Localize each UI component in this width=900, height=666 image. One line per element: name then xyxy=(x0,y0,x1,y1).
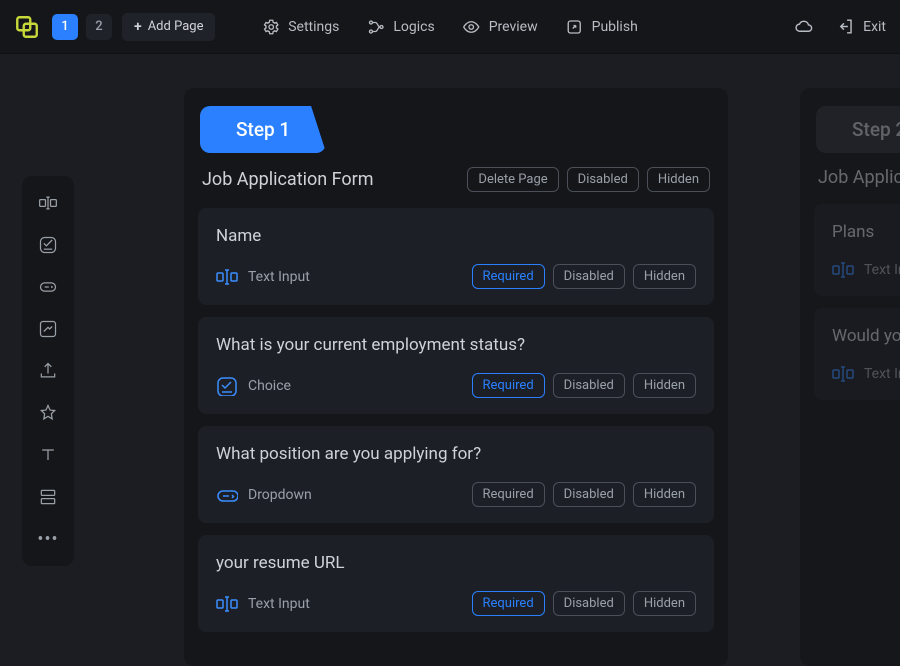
preview-label: Preview xyxy=(489,19,538,35)
field-type: Text Input xyxy=(832,364,900,384)
publish-label: Publish xyxy=(592,19,638,35)
field-type: Text Input xyxy=(216,594,310,614)
app-logo xyxy=(14,14,40,40)
step-tab[interactable]: Step 1 xyxy=(200,106,326,153)
hidden-toggle[interactable]: Hidden xyxy=(633,591,696,616)
publish-button[interactable]: Publish xyxy=(566,18,638,36)
gear-icon xyxy=(262,18,280,36)
field-type-label: Text Input xyxy=(864,262,900,278)
exit-label: Exit xyxy=(863,19,886,35)
text-input-icon xyxy=(216,267,238,287)
signature-tool[interactable] xyxy=(30,312,66,346)
exit-icon xyxy=(836,17,855,36)
field-type-label: Text Input xyxy=(248,269,310,285)
dropdown-icon xyxy=(38,277,58,297)
section-icon xyxy=(38,487,58,507)
step-card-2[interactable]: Step 2 Job Application Form Plans Text I… xyxy=(800,88,900,666)
field-label: your resume URL xyxy=(216,553,696,573)
topbar-right: Exit xyxy=(795,17,886,36)
field-type-label: Text Input xyxy=(248,596,310,612)
choice-tool[interactable] xyxy=(30,228,66,262)
form-field[interactable]: Would you like to receive updates? Text … xyxy=(814,308,900,400)
page-disabled-toggle[interactable]: Disabled xyxy=(567,167,639,192)
form-title: Job Application Form xyxy=(202,169,374,190)
disabled-toggle[interactable]: Disabled xyxy=(553,591,625,616)
hidden-toggle[interactable]: Hidden xyxy=(633,264,696,289)
form-title: Job Application Form xyxy=(818,167,900,188)
cloud-icon xyxy=(795,17,814,36)
section-tool[interactable] xyxy=(30,480,66,514)
form-field[interactable]: What position are you applying for? Drop… xyxy=(198,426,714,523)
text-input-tool[interactable] xyxy=(30,186,66,220)
plus-icon: + xyxy=(134,19,142,35)
field-type: Dropdown xyxy=(216,485,312,505)
page-tab-1[interactable]: 1 xyxy=(52,14,78,40)
logics-button[interactable]: Logics xyxy=(367,18,434,36)
hidden-toggle[interactable]: Hidden xyxy=(633,373,696,398)
exit-button[interactable]: Exit xyxy=(836,17,886,36)
upload-tool[interactable] xyxy=(30,354,66,388)
required-toggle[interactable]: Required xyxy=(472,482,545,507)
topbar-center: Settings Logics Preview Publish xyxy=(262,18,638,36)
form-field[interactable]: Plans Text Input xyxy=(814,204,900,296)
page-tab-2[interactable]: 2 xyxy=(86,14,112,40)
hidden-toggle[interactable]: Hidden xyxy=(633,482,696,507)
choice-icon xyxy=(216,376,238,396)
field-label: What position are you applying for? xyxy=(216,444,696,464)
text-input-icon xyxy=(832,260,854,280)
rating-tool[interactable] xyxy=(30,396,66,430)
text-tool[interactable] xyxy=(30,438,66,472)
text-input-icon xyxy=(216,594,238,614)
signature-icon xyxy=(38,319,58,339)
logics-label: Logics xyxy=(393,19,434,35)
field-label: Plans xyxy=(832,222,900,242)
star-icon xyxy=(38,403,58,423)
step-card-1[interactable]: Step 1 Job Application Form Delete Page … xyxy=(184,88,728,666)
more-tools-button[interactable]: ••• xyxy=(30,522,66,556)
field-type: Choice xyxy=(216,376,291,396)
choice-icon xyxy=(38,235,58,255)
field-type-label: Dropdown xyxy=(248,487,312,503)
add-page-button[interactable]: + Add Page xyxy=(122,13,215,41)
dropdown-tool[interactable] xyxy=(30,270,66,304)
field-type-label: Text Input xyxy=(864,366,900,382)
field-label: Would you like to receive updates? xyxy=(832,326,900,346)
field-type-label: Choice xyxy=(248,378,291,394)
preview-button[interactable]: Preview xyxy=(463,18,538,36)
upload-icon xyxy=(38,361,58,381)
publish-icon xyxy=(566,18,584,36)
step-tab[interactable]: Step 2 xyxy=(816,106,900,153)
field-label: Name xyxy=(216,226,696,246)
form-field[interactable]: What is your current employment status? … xyxy=(198,317,714,414)
form-field[interactable]: Name Text Input Required Disabled Hidden xyxy=(198,208,714,305)
disabled-toggle[interactable]: Disabled xyxy=(553,264,625,289)
dropdown-icon xyxy=(216,485,238,505)
page-hidden-toggle[interactable]: Hidden xyxy=(647,167,710,192)
eye-icon xyxy=(463,18,481,36)
left-toolbar: ••• xyxy=(22,176,74,566)
field-label: What is your current employment status? xyxy=(216,335,696,355)
disabled-toggle[interactable]: Disabled xyxy=(553,373,625,398)
topbar: 1 2 + Add Page Settings Logics Preview P… xyxy=(0,0,900,54)
settings-button[interactable]: Settings xyxy=(262,18,339,36)
add-page-label: Add Page xyxy=(148,19,204,34)
required-toggle[interactable]: Required xyxy=(472,264,545,289)
disabled-toggle[interactable]: Disabled xyxy=(553,482,625,507)
logics-icon xyxy=(367,18,385,36)
field-type: Text Input xyxy=(832,260,900,280)
text-input-icon xyxy=(38,193,58,213)
text-icon xyxy=(38,445,58,465)
delete-page-button[interactable]: Delete Page xyxy=(467,167,558,192)
ellipsis-icon: ••• xyxy=(37,529,58,550)
required-toggle[interactable]: Required xyxy=(472,591,545,616)
canvas: Step 1 Job Application Form Delete Page … xyxy=(184,88,900,666)
field-type: Text Input xyxy=(216,267,310,287)
settings-label: Settings xyxy=(288,19,339,35)
form-field[interactable]: your resume URL Text Input Required Disa… xyxy=(198,535,714,632)
required-toggle[interactable]: Required xyxy=(472,373,545,398)
text-input-icon xyxy=(832,364,854,384)
cloud-sync-button[interactable] xyxy=(795,17,814,36)
